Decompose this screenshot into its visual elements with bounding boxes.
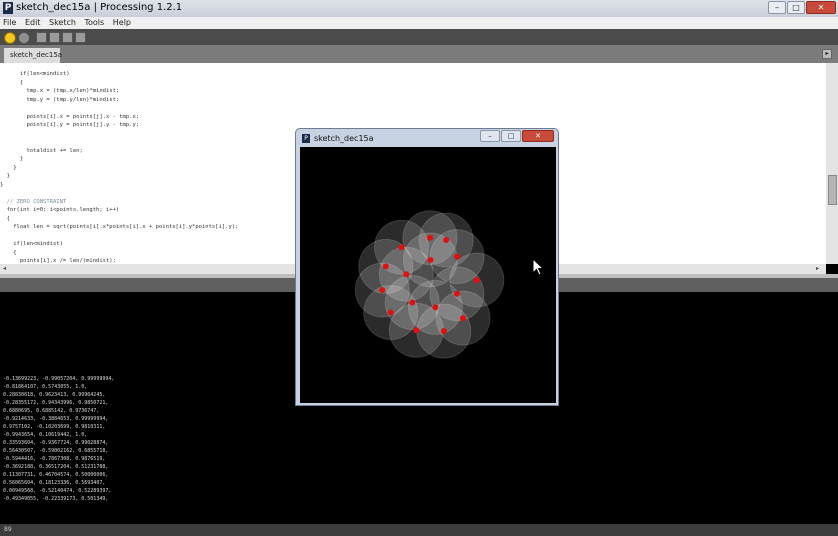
code-line: }: [0, 181, 4, 188]
console-line: 0.28830618, 0.9623413, 0.99904245,: [3, 392, 106, 398]
scroll-right-arrow-icon[interactable]: ▸: [816, 264, 819, 274]
code-line: float len = sqrt(points[i].x*points[i].x…: [0, 224, 239, 230]
console-line: -0.5944416, -0.7867308, 0.9876519,: [3, 456, 106, 462]
menu-help[interactable]: Help: [110, 17, 134, 27]
console-line: 0.11307731, 0.46704574, 0.50000006,: [3, 472, 109, 478]
close-button[interactable]: ✕: [806, 1, 836, 14]
minimize-button[interactable]: –: [768, 1, 786, 14]
title-bar: P sketch_dec15a | Processing 1.2.1 – □ ✕: [0, 0, 838, 17]
code-line: }: [0, 156, 24, 162]
run-button[interactable]: [4, 32, 16, 44]
code-line: points[i].x /= len/(mindist);: [0, 258, 116, 264]
code-line: totaldist += len;: [0, 147, 83, 154]
sketch-minimize-button[interactable]: –: [480, 130, 500, 142]
particle-center-dot: [453, 290, 460, 297]
sketch-canvas[interactable]: [300, 147, 556, 403]
console-line: -0.3692188, 0.36517204, 0.51231788,: [3, 464, 109, 470]
particle-center-dot: [427, 256, 434, 263]
sketch-window-title: sketch_dec15a: [314, 134, 374, 143]
maximize-button[interactable]: □: [787, 1, 805, 14]
window-title: sketch_dec15a | Processing 1.2.1: [16, 2, 183, 13]
code-line: }: [0, 173, 10, 179]
particle-center-dot: [409, 299, 416, 306]
code-line: tmp.x = (tmp.x/len)*mindist;: [0, 88, 120, 94]
console-line: 0.56065604, 0.18123336, 0.5693407,: [3, 480, 106, 486]
code-line: {: [0, 249, 17, 256]
console-line: 0.33593604, -0.9367724, 0.99028874,: [3, 440, 109, 446]
code-line: for(int i=0; i<points.length; i++): [0, 207, 120, 213]
particle-center-dot: [379, 287, 386, 294]
code-line: points[i].y = points[j].y - tmp.y;: [0, 122, 140, 128]
particle-center-dot: [432, 304, 439, 311]
scroll-thumb[interactable]: [828, 175, 837, 205]
console-line: -0.9943654, 0.10619442, 1.0,: [3, 432, 88, 438]
sketch-app-icon: P: [302, 134, 310, 143]
code-line: {: [0, 79, 24, 86]
window-controls: – □ ✕: [768, 1, 836, 14]
console-line: 0.9757102, -0.10203699, 0.9810311,: [3, 424, 106, 430]
particle-center-dot: [382, 263, 389, 270]
menu-bar: File Edit Sketch Tools Help: [0, 17, 838, 29]
menu-file[interactable]: File: [0, 17, 19, 27]
code-line: // ZERO CONSTRAINT: [0, 198, 67, 205]
console-line: 0.00949568, -0.52140474, 0.52289397,: [3, 488, 112, 494]
menu-sketch[interactable]: Sketch: [46, 17, 79, 27]
particle-center-dot: [403, 271, 410, 278]
console-line: -0.9214633, -0.3884653, 0.99999994,: [3, 416, 109, 422]
line-number: 89: [4, 526, 12, 533]
stop-button[interactable]: [18, 32, 30, 44]
code-line: tmp.y = (tmp.y/len)*mindist;: [0, 96, 120, 103]
status-bar: 89: [0, 524, 838, 536]
menu-tools[interactable]: Tools: [81, 17, 107, 27]
sketch-close-button[interactable]: ✕: [522, 130, 554, 142]
code-line: if(len<mindist): [0, 71, 70, 77]
code-line: }: [0, 164, 17, 171]
particle-center-dot: [473, 277, 480, 284]
console-line: -0.81864107, 0.5743055, 1.0,: [3, 384, 88, 390]
particle-center-dot: [427, 234, 433, 241]
console-line: 0.56430507, -0.59002162, 0.6855718,: [3, 448, 109, 454]
mouse-pointer-icon: [532, 258, 544, 276]
new-file-button[interactable]: [36, 32, 47, 43]
tab-bar: sketch_dec15a § ▸: [0, 45, 838, 74]
particle-center-dot: [454, 253, 461, 260]
sketch-maximize-button[interactable]: □: [501, 130, 521, 142]
editor-vertical-scrollbar[interactable]: [826, 63, 838, 264]
console-line: -0.49349055, -0.22339173, 0.501349,: [3, 496, 109, 502]
particle-center-dot: [413, 327, 420, 334]
scroll-left-arrow-icon[interactable]: ◂: [3, 264, 6, 274]
sketch-window-controls: – □ ✕: [480, 130, 554, 142]
save-button[interactable]: [62, 32, 73, 43]
open-button[interactable]: [49, 32, 60, 43]
code-line: if(len<mindist): [0, 241, 63, 247]
console-line: -0.28355172, 0.94343996, 0.9850721,: [3, 400, 109, 406]
console-line: 0.6880695, 0.6885142, 0.9736747,: [3, 408, 100, 414]
code-line: points[i].x = points[j].x - tmp.x;: [0, 113, 140, 120]
particle-center-dot: [440, 328, 447, 335]
toolbar: [0, 29, 838, 45]
sketch-window[interactable]: P sketch_dec15a – □ ✕: [295, 128, 559, 406]
particle-center-dot: [460, 315, 467, 322]
particle-center-dot: [443, 237, 450, 244]
menu-edit[interactable]: Edit: [22, 17, 44, 27]
tab-sketch[interactable]: sketch_dec15a §: [4, 48, 62, 74]
code-line: {: [0, 215, 10, 222]
export-button[interactable]: [75, 32, 86, 43]
processing-app-icon: P: [3, 2, 13, 14]
tab-menu-arrow-icon[interactable]: ▸: [822, 49, 832, 59]
console-line: -0.13699223, -0.99057204, 0.99999994,: [3, 376, 115, 382]
particle-center-dot: [387, 309, 394, 316]
particle-center-dot: [398, 244, 405, 251]
